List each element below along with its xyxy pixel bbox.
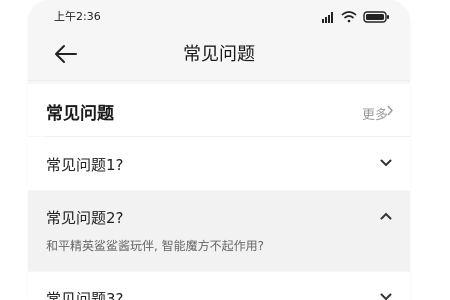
more-link[interactable]: 更多 <box>362 104 388 123</box>
chevron-right-icon <box>387 105 393 116</box>
chevron-down-icon <box>380 159 392 167</box>
wifi-icon <box>341 11 357 23</box>
battery-icon <box>363 11 389 23</box>
status-bar: 上午2:36 <box>28 0 410 32</box>
faq-question: 常见问题1? <box>46 156 124 174</box>
faq-question: 常见问题2? <box>46 209 124 227</box>
section-title: 常见问题 <box>46 104 114 124</box>
faq-item-1[interactable]: 常见问题1? <box>28 137 410 190</box>
chevron-up-icon <box>380 212 392 220</box>
page-title: 常见问题 <box>183 44 255 65</box>
faq-answer: 和平精英鲨鲨酱玩伴, 智能魔方不起作用? <box>46 239 264 253</box>
phone-screen: 上午2:36 常见问题 常见问题 更多 常见问题1? 常见问题2? 和平精英鲨鲨… <box>28 0 410 300</box>
signal-icon <box>322 12 333 23</box>
status-icons <box>322 9 392 23</box>
status-time: 上午2:36 <box>54 10 101 23</box>
header-divider <box>28 80 410 81</box>
faq-item-2[interactable]: 常见问题2? 和平精英鲨鲨酱玩伴, 智能魔方不起作用? <box>28 191 410 271</box>
status-icons-svg <box>322 11 389 23</box>
faq-item-3[interactable]: 常见问题3? <box>28 272 410 300</box>
faq-question: 常见问题3? <box>46 290 124 300</box>
chevron-down-icon <box>380 293 392 300</box>
faq-section-header: 常见问题 更多 <box>28 84 410 136</box>
navigation-bar: 常见问题 <box>28 32 410 76</box>
